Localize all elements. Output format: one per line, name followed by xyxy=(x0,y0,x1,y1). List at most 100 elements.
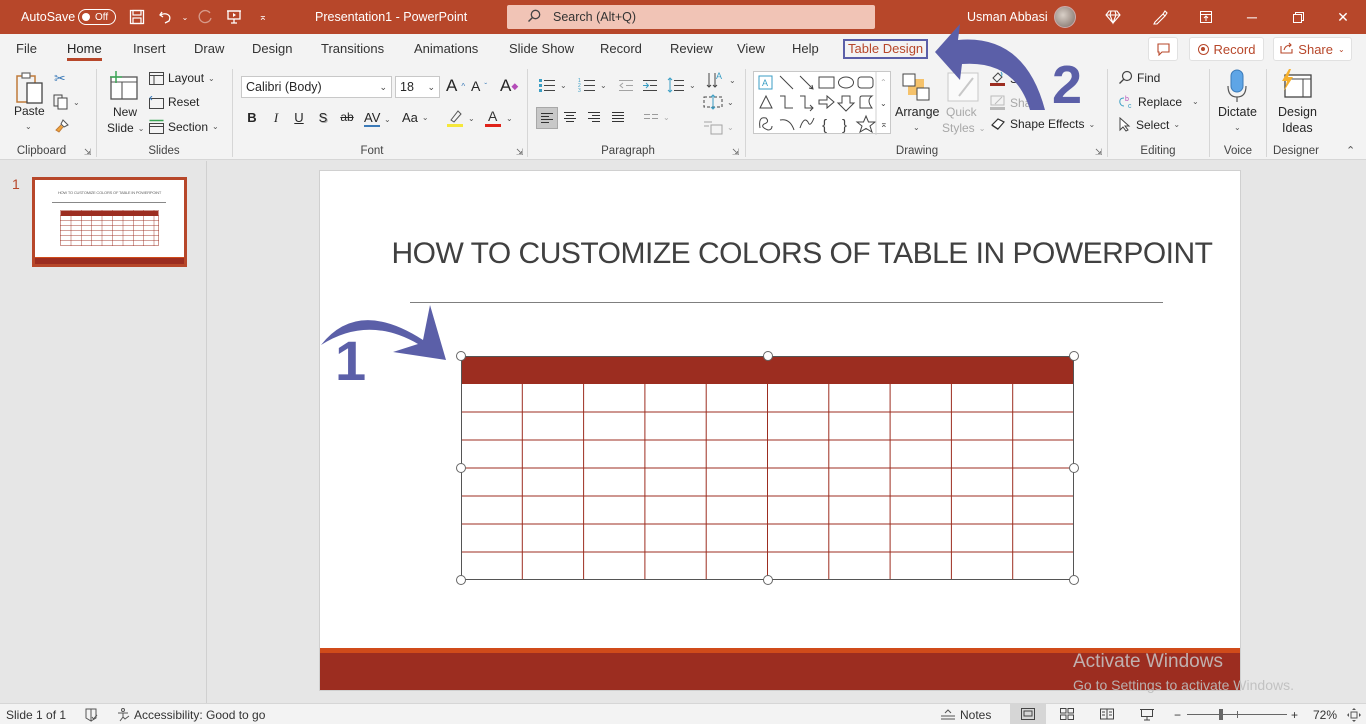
table-cell[interactable] xyxy=(645,524,706,552)
resize-handle-bottom[interactable] xyxy=(763,575,773,585)
paste-icon[interactable] xyxy=(14,70,46,106)
zoom-in-button[interactable]: + xyxy=(1291,708,1298,722)
tab-draw[interactable]: Draw xyxy=(194,41,224,56)
table-cell[interactable] xyxy=(951,496,1012,524)
table-cell[interactable] xyxy=(461,440,522,468)
align-text-button[interactable]: ⌄ xyxy=(703,94,734,110)
close-button[interactable]: ✕ xyxy=(1320,0,1366,34)
justify-button[interactable] xyxy=(611,111,625,123)
italic-button[interactable]: I xyxy=(267,110,285,126)
paste-button[interactable]: Paste xyxy=(14,104,45,118)
copy-icon[interactable]: ⌄ xyxy=(53,94,80,110)
table-cell[interactable] xyxy=(584,468,645,496)
tab-animations[interactable]: Animations xyxy=(414,41,478,56)
table-cell[interactable] xyxy=(1013,468,1074,496)
restore-button[interactable] xyxy=(1275,0,1321,34)
table-cell[interactable] xyxy=(522,440,583,468)
text-direction-button[interactable]: A ⌄ xyxy=(705,71,736,89)
shape-effects-button[interactable]: Shape Effects ⌄ xyxy=(990,117,1095,131)
table-cell[interactable] xyxy=(461,384,522,412)
table-cell[interactable] xyxy=(706,524,767,552)
find-button[interactable]: Find xyxy=(1118,70,1160,85)
table-cell[interactable] xyxy=(829,440,890,468)
save-icon[interactable] xyxy=(127,7,147,27)
resize-handle-right[interactable] xyxy=(1069,463,1079,473)
bold-button[interactable]: B xyxy=(243,110,261,125)
table-cell[interactable] xyxy=(1013,412,1074,440)
table-cell[interactable] xyxy=(890,552,951,580)
zoom-level[interactable]: 72% xyxy=(1313,708,1337,722)
resize-handle-top[interactable] xyxy=(763,351,773,361)
clear-formatting-icon[interactable]: A ◆ xyxy=(500,76,518,96)
table-cell[interactable] xyxy=(890,412,951,440)
resize-handle-top-right[interactable] xyxy=(1069,351,1079,361)
resize-handle-bottom-left[interactable] xyxy=(456,575,466,585)
cut-icon[interactable]: ✂ xyxy=(54,70,66,87)
table-cell[interactable] xyxy=(584,524,645,552)
table-cell[interactable] xyxy=(1013,496,1074,524)
table-cell[interactable] xyxy=(461,496,522,524)
format-painter-icon[interactable] xyxy=(54,118,70,134)
table-cell[interactable] xyxy=(706,468,767,496)
table-cell[interactable] xyxy=(706,552,767,580)
tab-review[interactable]: Review xyxy=(670,41,713,56)
table-cell[interactable] xyxy=(768,468,829,496)
bullets-button[interactable]: ⌄ xyxy=(538,77,567,93)
table-cell[interactable] xyxy=(461,412,522,440)
table-cell[interactable] xyxy=(829,384,890,412)
table-cell[interactable] xyxy=(890,496,951,524)
slide-title[interactable]: HOW TO CUSTOMIZE COLORS OF TABLE IN POWE… xyxy=(320,237,1240,271)
arrange-icon[interactable] xyxy=(900,71,932,103)
numbering-button[interactable]: 1 2 3 ⌄ xyxy=(578,77,607,93)
new-slide-label-1[interactable]: New xyxy=(113,105,137,119)
table-cell[interactable] xyxy=(951,468,1012,496)
table-cell[interactable] xyxy=(522,552,583,580)
table-cell[interactable] xyxy=(461,524,522,552)
character-spacing-button[interactable]: AV xyxy=(364,109,381,127)
select-button[interactable]: Select ⌄ xyxy=(1118,117,1180,132)
table-cell[interactable] xyxy=(584,496,645,524)
table-cell[interactable] xyxy=(768,496,829,524)
font-size-dropdown[interactable]: 18 ⌄ xyxy=(395,76,440,98)
align-center-button[interactable] xyxy=(563,111,577,123)
table-cell[interactable] xyxy=(645,440,706,468)
change-case-button[interactable]: Aa ⌄ xyxy=(402,110,429,125)
table-cell[interactable] xyxy=(706,412,767,440)
dictate-button[interactable]: Dictate xyxy=(1218,105,1257,119)
zoom-out-button[interactable]: − xyxy=(1174,708,1181,722)
section-button[interactable]: Section ⌄ xyxy=(149,119,219,134)
table-cell[interactable] xyxy=(768,384,829,412)
table-cell[interactable] xyxy=(584,552,645,580)
minimize-button[interactable]: ─ xyxy=(1229,0,1275,34)
zoom-slider[interactable] xyxy=(1187,709,1287,720)
decrease-font-size-icon[interactable]: Aˇ xyxy=(471,78,487,94)
table-cell[interactable] xyxy=(951,412,1012,440)
slide-show-view-button[interactable] xyxy=(1140,708,1154,721)
table-cell[interactable] xyxy=(829,552,890,580)
highlight-color-button[interactable]: ⌄ xyxy=(446,108,475,128)
slide-sorter-view-button[interactable] xyxy=(1060,708,1074,720)
tab-help[interactable]: Help xyxy=(792,41,819,56)
tab-insert[interactable]: Insert xyxy=(133,41,166,56)
table-cell[interactable] xyxy=(522,412,583,440)
microphone-icon[interactable] xyxy=(1225,68,1249,104)
normal-view-button[interactable] xyxy=(1010,704,1046,724)
table-cell[interactable] xyxy=(829,468,890,496)
table-cell[interactable] xyxy=(706,496,767,524)
ribbon-display-options-icon[interactable] xyxy=(1183,0,1229,34)
comments-button[interactable] xyxy=(1148,37,1178,61)
table-cell[interactable] xyxy=(522,468,583,496)
table-cell[interactable] xyxy=(890,468,951,496)
design-ideas-label-2[interactable]: Ideas xyxy=(1282,121,1313,135)
layout-button[interactable]: Layout ⌄ xyxy=(149,71,215,85)
zoom-slider-thumb[interactable] xyxy=(1219,709,1224,720)
slide-thumbnail[interactable]: HOW TO CUSTOMIZE COLORS OF TABLE IN POWE… xyxy=(32,177,187,267)
table-cell[interactable] xyxy=(584,412,645,440)
present-from-start-icon[interactable] xyxy=(224,7,244,27)
table-cell[interactable] xyxy=(890,440,951,468)
user-avatar[interactable] xyxy=(1054,6,1076,28)
tab-file[interactable]: File xyxy=(16,41,37,56)
table-cell[interactable] xyxy=(522,524,583,552)
table-cell[interactable] xyxy=(951,552,1012,580)
table-cell[interactable] xyxy=(584,384,645,412)
